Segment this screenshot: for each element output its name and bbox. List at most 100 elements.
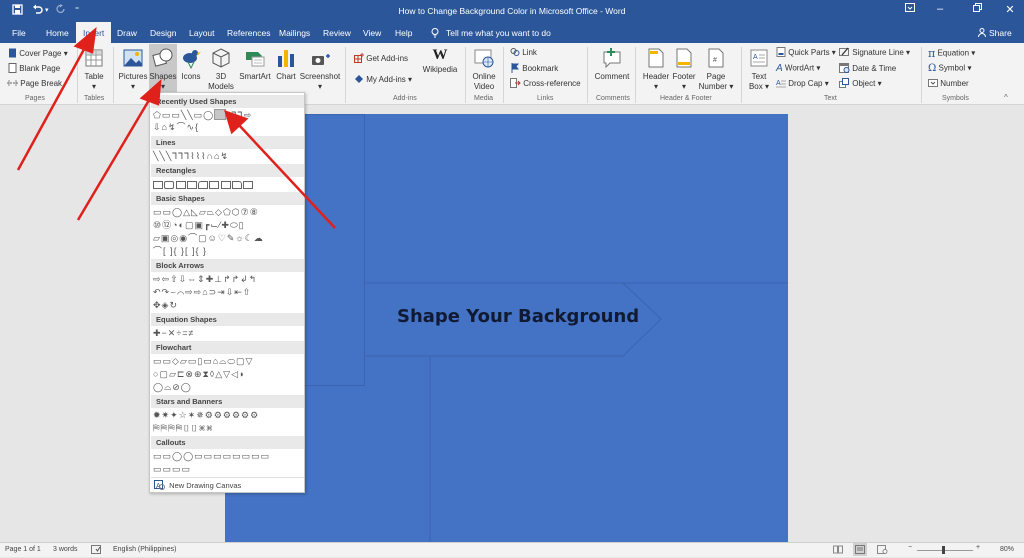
new-drawing-canvas-item[interactable]: A New Drawing Canvas: [154, 480, 241, 492]
shapes-row-recent-2[interactable]: ⇩⌂↯⌒∿{: [153, 121, 199, 133]
screenshot-button[interactable]: Screenshot ▾: [299, 47, 341, 92]
shape-text[interactable]: Shape Your Background: [397, 306, 639, 327]
snip-rectangle-shape[interactable]: [175, 180, 186, 189]
table-button[interactable]: Table ▾: [82, 47, 106, 92]
status-bar: Page 1 of 1 3 words English (Philippines…: [0, 542, 1024, 557]
shapes-row-basic-2[interactable]: ⑩⑫◔◐▢▣┏⌙⁄✚⬭▯: [153, 219, 245, 231]
cover-page-button[interactable]: Cover Page ▾: [8, 48, 68, 60]
shapes-row-lines[interactable]: ╲╲╲⅂⅂⅂⌇⌇⌇∩⌂↯: [153, 150, 229, 162]
tab-mailings[interactable]: Mailings: [279, 28, 310, 38]
round-corner-rectangle-shape[interactable]: [198, 180, 209, 189]
zoom-slider-track[interactable]: [917, 550, 973, 551]
category-flowchart: Flowchart: [151, 341, 304, 354]
smartart-button[interactable]: SmartArt: [238, 47, 272, 82]
shapes-row-basic-4[interactable]: ⌒[ ]{ }[ ]{ }: [153, 245, 207, 257]
page-number-button[interactable]: # Page Number ▾: [698, 47, 734, 92]
wikipedia-button[interactable]: W Wikipedia: [420, 48, 460, 75]
word-count[interactable]: 3 words: [53, 546, 78, 553]
my-addins-button[interactable]: My Add-ins ▾: [354, 74, 412, 86]
rounded-rectangle-shape[interactable]: [164, 180, 175, 189]
web-layout-icon[interactable]: [877, 545, 888, 556]
zoom-in-button[interactable]: +: [976, 544, 980, 551]
shapes-row-recent-1[interactable]: ⬠▭▭╲╲▭◯▭△⅂⅂⇨: [153, 109, 252, 121]
wordart-button[interactable]: A WordArt ▾: [776, 63, 820, 74]
share-icon[interactable]: [978, 28, 986, 39]
quick-parts-button[interactable]: Quick Parts ▾: [776, 47, 836, 59]
tab-draw[interactable]: Draw: [117, 28, 137, 38]
page-count[interactable]: Page 1 of 1: [5, 546, 41, 553]
proofing-icon[interactable]: [91, 545, 102, 556]
shapes-row-basic-3[interactable]: ▱▣◎◉⌒▢☺♡✎☼☾☁: [153, 232, 264, 244]
minimize-icon[interactable]: –: [930, 3, 950, 15]
object-button[interactable]: Object ▾: [839, 78, 882, 90]
shapes-row-equation[interactable]: ✚−✕÷=≠: [153, 327, 194, 339]
rectangle-shape[interactable]: [153, 180, 163, 189]
tab-help[interactable]: Help: [395, 28, 412, 38]
read-mode-icon[interactable]: [833, 545, 843, 556]
comment-button[interactable]: Comment: [593, 47, 631, 82]
online-video-button[interactable]: Online Video: [469, 47, 499, 92]
shapes-row-flowchart-3[interactable]: ◯⌓⊘◯: [153, 381, 192, 393]
rectangle-shape[interactable]: [243, 180, 254, 189]
restore-icon[interactable]: [967, 3, 987, 15]
shapes-button[interactable]: Shapes ▾: [149, 44, 177, 93]
snip-rectangle-shape[interactable]: [186, 180, 197, 189]
pictures-button[interactable]: Pictures ▾: [118, 47, 148, 92]
shapes-row-basic-1[interactable]: ▭▭◯△◺▱⏢◇⬠⬡⑦⑧: [153, 206, 259, 218]
page-break-button[interactable]: Page Break: [7, 78, 62, 90]
share-button[interactable]: Share: [989, 28, 1012, 38]
blank-page-button[interactable]: Blank Page: [8, 63, 60, 75]
shapes-row-callouts-2[interactable]: ▭▭▭▭: [153, 463, 191, 475]
signature-line-button[interactable]: Signature Line ▾: [839, 47, 910, 59]
chart-button[interactable]: Chart: [274, 47, 298, 82]
rectangle-shape[interactable]: [220, 180, 231, 189]
collapse-ribbon-icon[interactable]: ^: [1004, 93, 1008, 102]
shapes-row-stars-2[interactable]: ⛿⛿⛿⛿▯▯⌘⌘: [153, 422, 213, 434]
drop-cap-button[interactable]: A Drop Cap ▾: [776, 78, 829, 90]
icons-button[interactable]: Icons: [179, 47, 203, 82]
close-icon[interactable]: ✕: [1000, 3, 1020, 16]
cross-reference-button[interactable]: Cross-reference: [510, 78, 581, 90]
svg-text:A: A: [776, 80, 781, 87]
language-indicator[interactable]: English (Philippines): [113, 546, 176, 553]
get-addins-button[interactable]: Get Add-ins: [354, 53, 408, 65]
tab-view[interactable]: View: [363, 28, 381, 38]
header-icon: [648, 48, 664, 68]
tab-home[interactable]: Home: [46, 28, 69, 38]
shapes-row-arrows-2[interactable]: ↶↷⌣⌒⇨⇨⌂⊃⇥⇩⇤⇧: [153, 286, 251, 298]
tab-insert[interactable]: Insert: [76, 22, 112, 43]
rectangle-shape[interactable]: [209, 180, 220, 189]
shapes-row-flowchart-2[interactable]: ○▢▱⊏⊗⊕⧗◊△▽◁◗: [153, 368, 245, 380]
number-button[interactable]: Number: [928, 78, 969, 90]
shapes-row-rectangles[interactable]: [153, 178, 255, 190]
bookmark-button[interactable]: Bookmark: [510, 63, 558, 75]
rectangle-shape-selected[interactable]: [214, 109, 226, 120]
separator: [921, 47, 922, 103]
zoom-out-button[interactable]: −: [908, 544, 912, 551]
shapes-row-flowchart-1[interactable]: ▭▭◇▱▭▯▭⌂⌓⬭▢▽: [153, 355, 253, 367]
shapes-row-callouts-1[interactable]: ▭▭◯◯▭▭▭▭▭▭▭▭: [153, 450, 270, 462]
tab-layout[interactable]: Layout: [189, 28, 215, 38]
tell-me-search[interactable]: Tell me what you want to do: [446, 28, 551, 38]
shapes-row-arrows-3[interactable]: ✥◈↻: [153, 299, 178, 311]
tab-file[interactable]: File: [12, 28, 26, 38]
equation-button[interactable]: π Equation ▾: [928, 47, 975, 60]
document-page[interactable]: Shape Your Background: [225, 114, 788, 542]
text-box-button[interactable]: A Text Box ▾: [745, 47, 773, 92]
shapes-row-stars-1[interactable]: ✹✷✦☆✶✵⚙⚙⚙⚙⚙⚙: [153, 409, 259, 421]
ribbon-display-options-icon[interactable]: [900, 3, 920, 15]
tab-review[interactable]: Review: [323, 28, 351, 38]
link-button[interactable]: Link: [510, 47, 537, 59]
zoom-level[interactable]: 80%: [1000, 546, 1014, 553]
footer-button[interactable]: Footer ▾: [671, 47, 697, 92]
print-layout-button[interactable]: [853, 543, 867, 556]
tab-design[interactable]: Design: [150, 28, 176, 38]
bookmark-icon: [510, 63, 520, 75]
tab-references[interactable]: References: [227, 28, 270, 38]
date-time-button[interactable]: Date & Time: [839, 63, 896, 75]
round-corner-rectangle-shape[interactable]: [232, 180, 243, 189]
symbol-button[interactable]: Ω Symbol ▾: [928, 63, 971, 74]
shapes-row-arrows-1[interactable]: ⇨⇦⇧⇩⇔⇕✚⊥↱↱↲↰: [153, 273, 257, 285]
header-button[interactable]: Header ▾: [641, 47, 671, 92]
zoom-slider-thumb[interactable]: [942, 546, 945, 554]
